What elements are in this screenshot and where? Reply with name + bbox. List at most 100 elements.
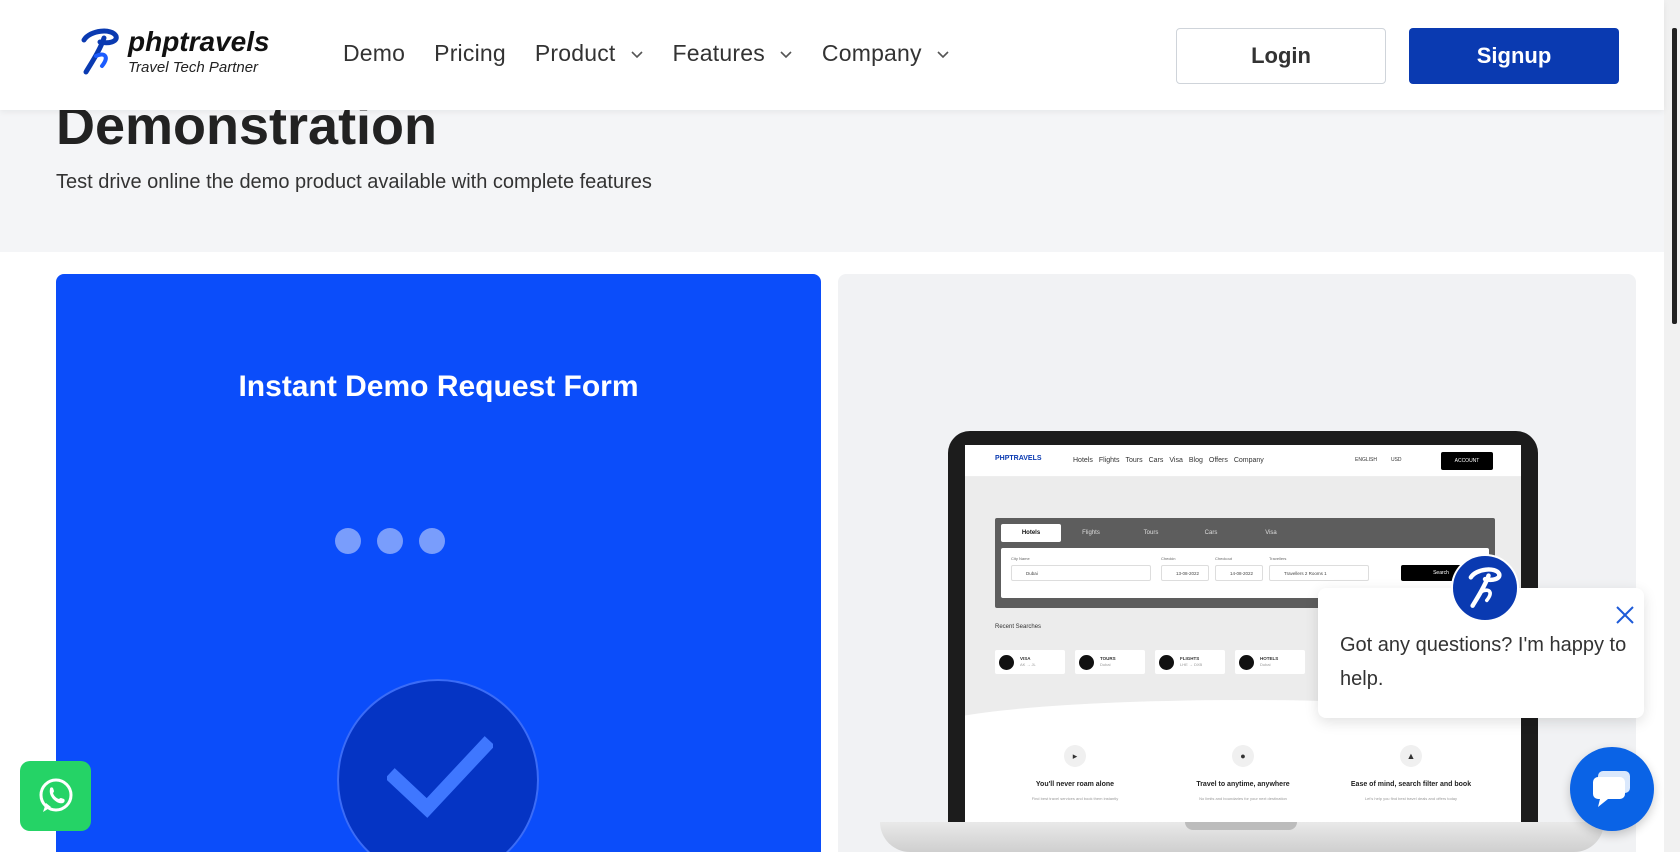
logo-tagline: Travel Tech Partner [128,59,259,76]
nav-features[interactable]: Features [673,40,793,67]
preview-recent-card: TOURS Dubai [1075,650,1145,674]
preview-card-title: FLIGHTS [1180,656,1200,662]
login-button[interactable]: Login [1176,28,1386,84]
preview-nav-link: Blog [1188,457,1203,464]
preview-feature-title: Ease of mind, search filter and book [1350,781,1472,788]
preview-logo: PHPTRAVELS [995,455,1042,462]
preview-tabs: Hotels Flights Tours Cars Visa [1001,524,1301,542]
preview-tab-hotels: Hotels [1001,524,1061,542]
preview-label-city: City Name [1011,556,1030,561]
scrollbar-thumb[interactable] [1672,28,1677,324]
preview-card-sub: AK → JL [1020,662,1036,668]
chat-bubble-icon [1593,771,1630,807]
preview-nav-link: Hotels [1073,457,1093,464]
chevron-down-icon [780,50,792,58]
preview-feature: ▲ Ease of mind, search filter and book L… [1331,745,1491,801]
preview-feature-title: You'll never roam alone [1035,781,1115,788]
preview-recent-card: HOTELS Dubai [1235,650,1305,674]
form-title: Instant Demo Request Form [238,370,639,403]
checkmark-icon [387,736,493,818]
thumbs-up-icon: ▲ [1400,745,1422,767]
preview-tab-flights: Flights [1082,530,1100,536]
preview-recent-cards: VISA AK → JL TOURS Dubai FLIGHTS LHE → DXB … [995,650,1315,674]
preview-recent-card: VISA AK → JL [995,650,1065,674]
nav-pricing[interactable]: Pricing [434,40,506,67]
laptop-notch [1185,822,1297,830]
loading-dot [377,528,403,554]
preview-nav-link: Visa [1169,457,1183,464]
preview-field-checkout: 14-08-2022 [1215,565,1263,581]
nav-company-label: Company [821,40,922,66]
product-preview-panel: PHPTRAVELS Hotels Flights Tours Cars Vis… [838,274,1636,852]
nav-pricing-label: Pricing [434,40,506,66]
preview-nav-link: Company [1233,457,1264,464]
preview-card-sub: Dubai [1100,662,1111,668]
preview-feature-desc: Find best travel services and book them … [1031,796,1119,801]
nav-demo-label: Demo [343,40,406,66]
preview-label-checkout: Checkout [1215,556,1232,561]
nav-demo[interactable]: Demo [343,40,405,67]
preview-label-travellers: Travellers [1269,556,1287,561]
preview-field-checkin: 13-08-2022 [1161,565,1209,581]
chevron-down-icon [937,50,949,58]
preview-nav-links: Hotels Flights Tours Cars Visa Blog Offe… [1073,457,1270,464]
site-header: phptravels Travel Tech Partner Demo Pric… [0,0,1664,110]
logo[interactable]: phptravels Travel Tech Partner [78,26,270,78]
preview-card-title: VISA [1020,656,1031,662]
chat-popup: Got any questions? I'm happy to help. [1318,554,1644,718]
visa-icon [999,654,1014,670]
chat-message: Got any questions? I'm happy to help. [1340,634,1627,690]
preview-feature: ● Travel to anytime, anywhere No limits … [1163,745,1323,801]
page-subtitle: Test drive online the demo product avail… [56,171,652,193]
loading-indicator [335,528,461,554]
preview-label-checkin: Checkin [1161,556,1176,561]
preview-card-title: TOURS [1100,656,1116,662]
chevron-down-icon [630,50,643,58]
hotels-icon [1239,654,1254,670]
logo-mark-icon [1468,567,1502,608]
preview-field-city: Dubai [1011,565,1151,581]
preview-navbar: PHPTRAVELS Hotels Flights Tours Cars Vis… [965,445,1521,477]
preview-nav-link: Offers [1208,457,1228,464]
preview-feature-title: Travel to anytime, anywhere [1196,781,1290,788]
nav-company[interactable]: Company [822,40,950,67]
main-nav: Demo Pricing Product Features Company [343,40,979,67]
demo-form-panel: Instant Demo Request Form [56,274,821,852]
preview-recent-card: FLIGHTS LHE → DXB [1155,650,1225,674]
globe-icon: ● [1232,745,1254,767]
preview-language: ENGLISH [1355,457,1377,463]
chat-avatar [1451,554,1519,622]
chat-launcher-button[interactable] [1570,747,1654,831]
preview-feature-desc: Let's help you find best travel deals an… [1364,796,1458,801]
preview-nav-link: Flights [1098,457,1120,464]
preview-tab-cars: Cars [1204,530,1218,536]
preview-card-title: HOTELS [1260,656,1279,662]
preview-field-travellers: Travellers 2 Rooms 1 [1269,565,1369,581]
preview-card-sub: Dubai [1260,662,1271,668]
nav-features-label: Features [672,40,765,66]
loading-dot [419,528,445,554]
nav-product[interactable]: Product [535,40,644,67]
preview-account-button: ACCOUNT [1441,452,1493,470]
megaphone-icon: ▸ [1064,745,1086,767]
preview-feature: ▸ You'll never roam alone Find best trav… [995,745,1155,801]
loading-dot [335,528,361,554]
nav-product-label: Product [534,40,616,66]
preview-nav-right: ENGLISH USD [1355,457,1416,463]
preview-feature-desc: No limits and boundaries for your next d… [1199,796,1287,801]
flights-icon [1159,654,1174,670]
preview-recent-label: Recent Searches [995,624,1042,630]
success-check-badge [337,679,539,852]
tours-icon [1079,654,1094,670]
close-icon[interactable] [1612,602,1638,628]
preview-nav-link: Tours [1125,457,1143,464]
logo-name: phptravels [128,26,270,57]
preview-tab-visa: Visa [1265,530,1277,536]
preview-tab-tours: Tours [1143,530,1159,536]
whatsapp-button[interactable] [20,761,91,831]
whatsapp-icon [39,778,72,812]
preview-nav-link: Cars [1148,457,1164,464]
signup-button[interactable]: Signup [1409,28,1619,84]
logo-mark-icon [81,28,119,75]
preview-card-sub: LHE → DXB [1180,662,1203,668]
